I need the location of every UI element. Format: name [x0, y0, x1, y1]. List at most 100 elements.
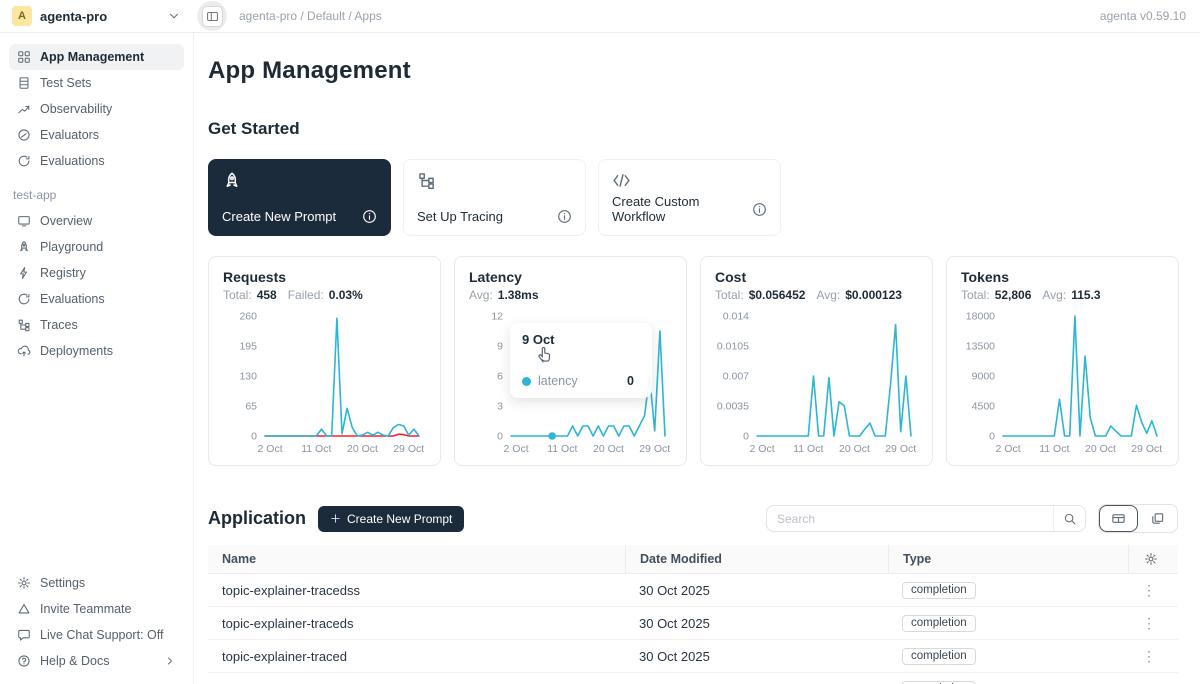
tooltip-series-name: latency: [538, 374, 578, 388]
sidebar-item-evaluations-app[interactable]: Evaluations: [9, 286, 184, 312]
type-badge: completion: [902, 648, 976, 665]
svg-text:11 Oct: 11 Oct: [547, 443, 577, 455]
panel-left-icon: [206, 10, 219, 23]
app-version: agenta v0.59.10: [1100, 9, 1200, 23]
svg-text:195: 195: [239, 341, 257, 353]
sidebar-item-deployments[interactable]: Deployments: [9, 338, 184, 364]
svg-text:2 Oct: 2 Oct: [504, 443, 529, 455]
chat-bubble-icon: [17, 628, 31, 642]
sidebar-item-playground[interactable]: Playground: [9, 234, 184, 260]
create-new-prompt-card[interactable]: Create New Prompt: [208, 159, 391, 236]
date-modified: 30 Oct 2025: [625, 616, 888, 631]
svg-text:29 Oct: 29 Oct: [639, 443, 670, 455]
col-header-name[interactable]: Name: [208, 545, 625, 573]
breadcrumb[interactable]: agenta-pro / Default / Apps: [239, 9, 382, 23]
table-row[interactable]: topic-explainer-traceds 30 Oct 2025 comp…: [208, 607, 1178, 640]
search-input[interactable]: [767, 512, 1053, 526]
chart-stats: Total:$0.056452 Avg:$0.000123: [715, 288, 918, 302]
svg-text:29 Oct: 29 Oct: [1131, 443, 1162, 455]
sidebar-item-label: Test Sets: [40, 76, 176, 90]
col-header-type[interactable]: Type: [888, 545, 1128, 573]
lightning-icon: [17, 266, 31, 280]
set-up-tracing-card[interactable]: Set Up Tracing: [403, 159, 586, 236]
sidebar-item-label: Registry: [40, 266, 176, 280]
workspace-avatar: A: [12, 6, 32, 26]
svg-text:20 Oct: 20 Oct: [593, 443, 624, 455]
col-header-date-modified[interactable]: Date Modified: [625, 545, 888, 573]
create-new-prompt-button[interactable]: Create New Prompt: [318, 506, 464, 532]
card-label: Set Up Tracing: [417, 209, 503, 224]
sidebar-item-label: Settings: [40, 576, 176, 590]
table-view-button[interactable]: [1099, 505, 1138, 532]
svg-text:2 Oct: 2 Oct: [750, 443, 775, 455]
sidebar-item-label: Traces: [40, 318, 176, 332]
sidebar-item-observability[interactable]: Observability: [9, 96, 184, 122]
card-view-button[interactable]: [1138, 505, 1177, 532]
tokens-chart-card: Tokens Total:52,806 Avg:115.3 0450090001…: [946, 256, 1179, 466]
search-icon: [1063, 512, 1077, 526]
svg-text:260: 260: [239, 311, 257, 323]
sidebar-item-live-chat-support[interactable]: Live Chat Support: Off: [9, 622, 184, 648]
view-toggle: [1098, 504, 1178, 533]
svg-text:9000: 9000: [972, 371, 996, 383]
tokens-chart[interactable]: 04500900013500180002 Oct11 Oct20 Oct29 O…: [961, 310, 1164, 460]
row-menu-button[interactable]: ⋮: [1128, 648, 1178, 665]
svg-text:130: 130: [239, 371, 257, 383]
sidebar-item-label: Deployments: [40, 344, 176, 358]
row-menu-button[interactable]: ⋮: [1128, 681, 1178, 684]
gauge-icon: [17, 128, 31, 142]
sidebar-item-evaluators[interactable]: Evaluators: [9, 122, 184, 148]
workspace-selector[interactable]: A agenta-pro: [0, 0, 193, 32]
table-row[interactable]: topic-explainer-traced 30 Oct 2025 compl…: [208, 640, 1178, 673]
invite-teammate-icon: [17, 602, 31, 616]
app-name: topic-explainer-tracedss: [208, 583, 625, 598]
svg-text:18000: 18000: [966, 311, 995, 323]
sidebar-item-traces[interactable]: Traces: [9, 312, 184, 338]
search-button[interactable]: [1053, 506, 1085, 531]
requests-chart[interactable]: 0651301952602 Oct11 Oct20 Oct29 Oct: [223, 310, 426, 460]
get-started-heading: Get Started: [208, 119, 1178, 139]
sidebar-item-invite-teammate[interactable]: Invite Teammate: [9, 596, 184, 622]
svg-text:20 Oct: 20 Oct: [1085, 443, 1116, 455]
sidebar-item-test-sets[interactable]: Test Sets: [9, 70, 184, 96]
sidebar-item-registry[interactable]: Registry: [9, 260, 184, 286]
cost-chart[interactable]: 00.00350.0070.01050.0142 Oct11 Oct20 Oct…: [715, 310, 918, 460]
sidebar-item-label: Evaluations: [40, 154, 176, 168]
sidebar-group-label: test-app: [13, 188, 180, 202]
applications-table: Name Date Modified Type topic-explainer-…: [208, 545, 1178, 684]
cloud-upload-icon: [17, 344, 31, 358]
sidebar-item-label: Live Chat Support: Off: [40, 628, 176, 642]
type-badge: completion: [902, 615, 976, 632]
sidebar-item-label: Invite Teammate: [40, 602, 176, 616]
sidebar-toggle-button[interactable]: [202, 6, 223, 27]
tooltip-value: 0: [627, 374, 640, 388]
sidebar-item-evaluations[interactable]: Evaluations: [9, 148, 184, 174]
sidebar-item-label: Overview: [40, 214, 176, 228]
create-custom-workflow-card[interactable]: Create Custom Workflow: [598, 159, 781, 236]
info-icon[interactable]: [557, 209, 572, 224]
search-box: [766, 505, 1086, 532]
table-row[interactable]: career-assessment 27 Oct 2025 completion…: [208, 673, 1178, 684]
svg-text:6: 6: [497, 371, 503, 383]
svg-text:0: 0: [989, 431, 995, 443]
chart-title: Latency: [469, 269, 672, 285]
get-started-cards: Create New Prompt Set Up Tracing Create …: [208, 159, 1178, 236]
sidebar-item-settings[interactable]: Settings: [9, 570, 184, 596]
row-menu-button[interactable]: ⋮: [1128, 615, 1178, 632]
svg-text:9: 9: [497, 341, 503, 353]
help-circle-icon: [17, 654, 31, 668]
row-menu-button[interactable]: ⋮: [1128, 582, 1178, 599]
trace-tree-icon: [417, 171, 572, 190]
chart-stats: Total:52,806 Avg:115.3: [961, 288, 1164, 302]
sidebar-item-overview[interactable]: Overview: [9, 208, 184, 234]
sidebar-item-app-management[interactable]: App Management: [9, 44, 184, 70]
gear-icon[interactable]: [1144, 552, 1158, 566]
sidebar-item-help-docs[interactable]: Help & Docs: [9, 648, 184, 674]
table-row[interactable]: topic-explainer-tracedss 30 Oct 2025 com…: [208, 574, 1178, 607]
info-icon[interactable]: [362, 209, 377, 224]
card-view-icon: [1150, 511, 1165, 526]
svg-text:0.007: 0.007: [723, 371, 749, 383]
chart-title: Cost: [715, 269, 918, 285]
info-icon[interactable]: [752, 202, 767, 217]
date-modified: 30 Oct 2025: [625, 649, 888, 664]
